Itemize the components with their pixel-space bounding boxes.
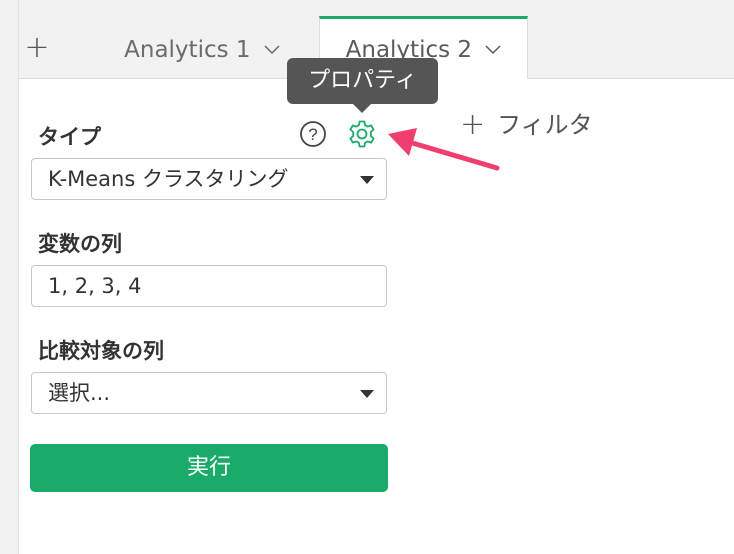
type-select[interactable]: K-Means クラスタリング: [31, 158, 387, 200]
dropdown-caret-icon: [360, 176, 374, 184]
dropdown-caret-icon: [360, 390, 374, 398]
variables-input[interactable]: 1, 2, 3, 4: [31, 265, 387, 307]
properties-tooltip: プロパティ: [287, 58, 438, 104]
left-gutter: [0, 0, 19, 554]
add-tab-button[interactable]: +: [19, 30, 55, 66]
tooltip-arrow: [353, 104, 371, 113]
help-icon[interactable]: ?: [299, 120, 327, 148]
chevron-down-icon[interactable]: [264, 28, 280, 68]
type-label: タイプ: [38, 125, 101, 149]
run-button[interactable]: 実行: [30, 444, 388, 492]
compare-columns-label: 比較対象の列: [38, 339, 164, 363]
pointer-arrow-icon: [388, 128, 500, 171]
tab-analytics-1[interactable]: Analytics 1: [104, 30, 300, 70]
gear-icon[interactable]: [346, 118, 378, 150]
chevron-down-icon[interactable]: [485, 17, 501, 79]
svg-text:?: ?: [308, 125, 317, 144]
app-window: + Analytics 1 Analytics 2 プロパティ + フィルタ タイ…: [0, 0, 734, 554]
variables-input-value: 1, 2, 3, 4: [48, 274, 142, 298]
compare-select-value: 選択...: [48, 381, 111, 405]
variables-label: 変数の列: [38, 232, 122, 256]
filter-label: フィルタ: [497, 111, 593, 139]
tab-label: Analytics 1: [124, 37, 251, 63]
type-select-value: K-Means クラスタリング: [48, 167, 289, 191]
compare-columns-select[interactable]: 選択...: [31, 372, 387, 414]
